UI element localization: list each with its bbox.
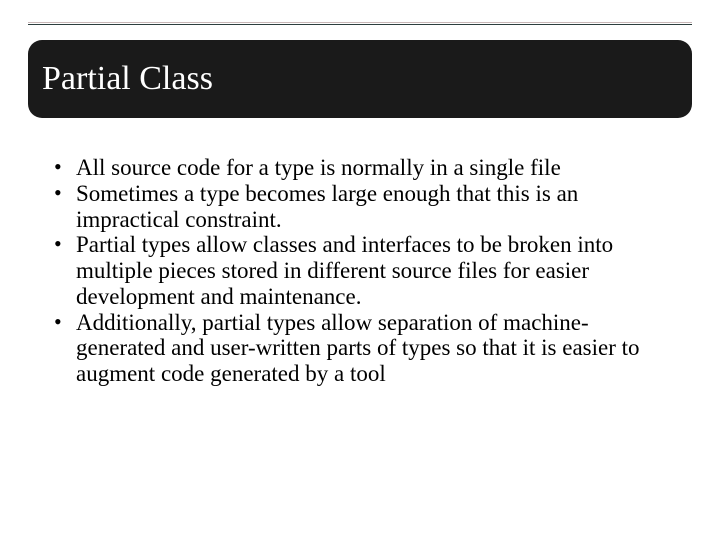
slide-title: Partial Class	[42, 60, 213, 98]
bullet-item: Partial types allow classes and interfac…	[50, 232, 676, 309]
bullet-list: All source code for a type is normally i…	[50, 155, 676, 387]
bullet-item: All source code for a type is normally i…	[50, 155, 676, 181]
bullet-item: Sometimes a type becomes large enough th…	[50, 181, 676, 233]
bullet-item: Additionally, partial types allow separa…	[50, 310, 676, 387]
slide: Partial Class All source code for a type…	[0, 0, 720, 540]
slide-content: All source code for a type is normally i…	[50, 155, 676, 387]
title-box: Partial Class	[28, 40, 692, 118]
divider-rule	[28, 22, 692, 25]
